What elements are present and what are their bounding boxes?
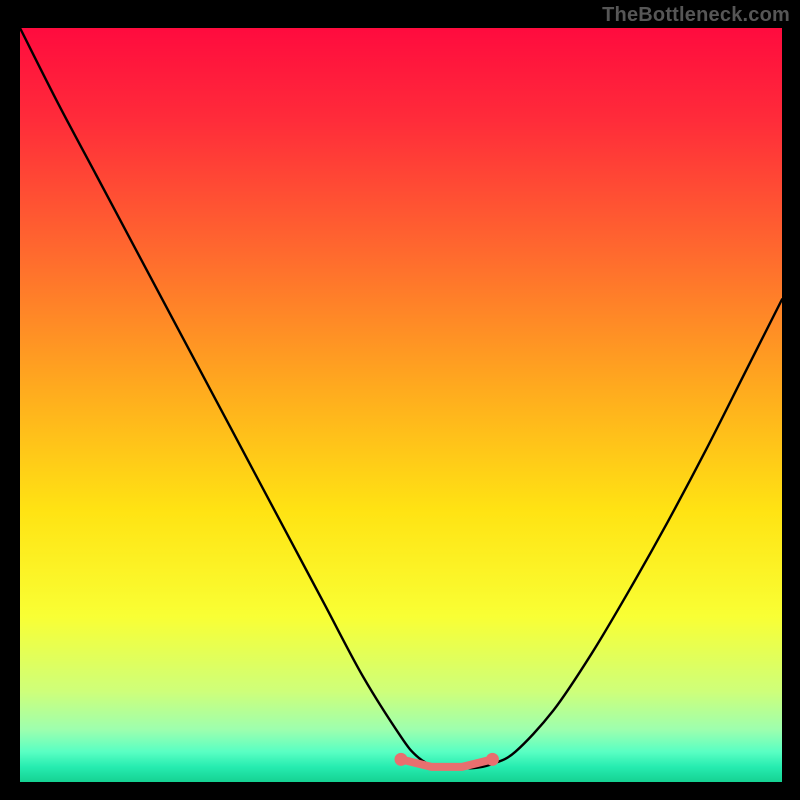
plot-area	[20, 28, 782, 782]
watermark-text: TheBottleneck.com	[602, 4, 790, 27]
chart-container: TheBottleneck.com	[0, 0, 800, 800]
gradient-background	[20, 28, 782, 782]
